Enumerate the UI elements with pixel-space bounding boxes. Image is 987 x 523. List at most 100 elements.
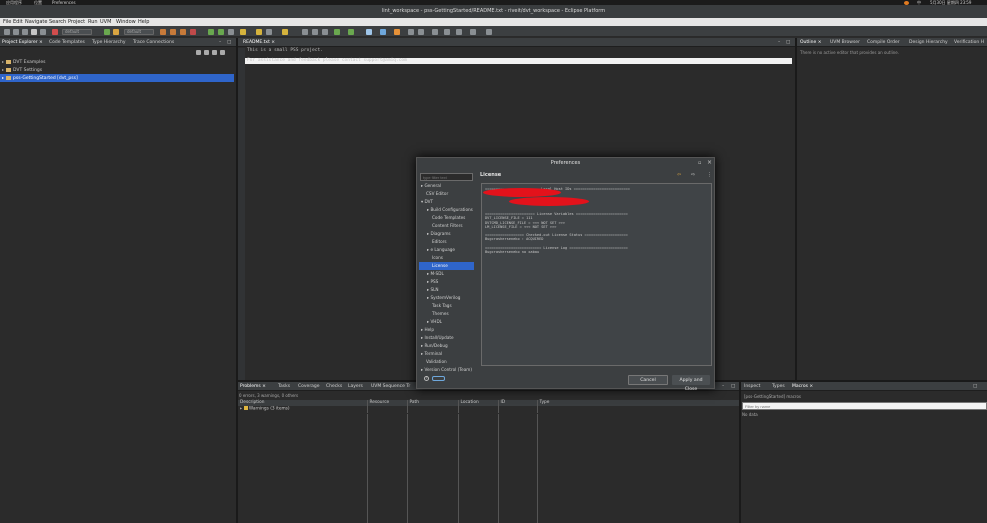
maximize-icon[interactable]: □ xyxy=(731,382,735,391)
tab-layers[interactable]: Layers xyxy=(348,382,363,391)
pref-tree-item[interactable]: ▸ General xyxy=(419,182,474,190)
clean-icon[interactable] xyxy=(180,29,186,35)
print-icon[interactable] xyxy=(31,29,37,35)
apply-and-close-button[interactable]: Apply and Close xyxy=(672,375,710,392)
rebuild-icon[interactable] xyxy=(170,29,176,35)
page-menu-icon[interactable]: ⋮ xyxy=(707,172,712,178)
pref-tree-item[interactable]: ▸ VHDL xyxy=(419,318,474,326)
expand-arrow-icon[interactable]: ▸ xyxy=(2,58,4,65)
dialog-maximize-icon[interactable]: ▫ xyxy=(698,160,701,166)
format-icon[interactable] xyxy=(312,29,318,35)
menu-edit[interactable]: Edit xyxy=(13,18,23,26)
tree-item-pss-getting-started[interactable]: ▸ pss-GettingStarted [dvt_pss] xyxy=(0,74,234,82)
search-icon[interactable] xyxy=(266,29,272,35)
filter-icon[interactable] xyxy=(322,29,328,35)
nav-back-icon[interactable] xyxy=(432,29,438,35)
collapse-all-icon[interactable] xyxy=(196,50,201,55)
schematic-icon[interactable] xyxy=(380,29,386,35)
preferences-filter-input[interactable] xyxy=(420,173,473,181)
macros-filter-input[interactable] xyxy=(742,402,987,410)
menu-file[interactable]: File xyxy=(3,18,11,26)
pref-tree-item[interactable]: ▸ Terminal xyxy=(419,350,474,358)
save-all-icon[interactable] xyxy=(22,29,28,35)
launch-config-combo[interactable]: default xyxy=(124,29,154,35)
tab-problems[interactable]: Problems × xyxy=(240,382,266,391)
pref-tree-item[interactable]: Task Tags xyxy=(419,302,474,310)
last-edit-icon[interactable] xyxy=(228,29,234,35)
compile-icon[interactable] xyxy=(348,29,354,35)
new-icon[interactable] xyxy=(4,29,10,35)
launch-mode-combo[interactable]: default xyxy=(62,29,92,35)
build-icon[interactable] xyxy=(160,29,166,35)
menu-project[interactable]: Project xyxy=(68,18,85,26)
expand-arrow-icon[interactable]: ▸ xyxy=(2,66,4,73)
pref-tree-item[interactable]: ▸ e Language xyxy=(419,246,474,254)
tab-outline[interactable]: Outline × xyxy=(800,38,821,47)
verify-icon[interactable] xyxy=(334,29,340,35)
tree-item-dvt-examples[interactable]: ▸ DVT Examples xyxy=(2,58,46,66)
cancel-button[interactable]: Cancel xyxy=(628,375,668,385)
tab-macros[interactable]: Macros × xyxy=(792,382,813,391)
import-export-icon[interactable] xyxy=(432,376,445,381)
menu-run[interactable]: Run xyxy=(88,18,98,26)
tree-item-dvt-settings[interactable]: ▸ DVT Settings xyxy=(2,66,42,74)
pref-tree-item[interactable]: Validation xyxy=(419,358,474,366)
forward-arrow-icon[interactable]: ⇨ xyxy=(691,172,695,178)
perspective-icon[interactable] xyxy=(486,29,492,35)
tab-project-explorer[interactable]: Project Explorer × xyxy=(2,38,43,47)
nav-up-icon[interactable] xyxy=(456,29,462,35)
tab-readme[interactable]: README.txt × xyxy=(243,38,275,47)
filter-icon[interactable] xyxy=(212,50,217,55)
expand-arrow-icon[interactable]: ▸ xyxy=(240,407,242,412)
tab-compile-order[interactable]: Compile Order xyxy=(867,38,900,47)
pref-tree-item[interactable]: Themes xyxy=(419,310,474,318)
pref-tree-item[interactable]: ▸ Help xyxy=(419,326,474,334)
pref-tree-item[interactable]: CSV Editor xyxy=(419,190,474,198)
pref-tree-item[interactable]: ▸ M-SDL xyxy=(419,270,474,278)
dialog-close-icon[interactable]: × xyxy=(707,159,712,166)
pref-tree-item[interactable]: ▸ Install/Update xyxy=(419,334,474,342)
maximize-icon[interactable]: □ xyxy=(227,38,231,47)
menu-search[interactable]: Search xyxy=(49,18,66,26)
maximize-icon[interactable]: □ xyxy=(973,382,977,391)
menu-help[interactable]: Help xyxy=(138,18,149,26)
tab-uvm-browser[interactable]: UVM Browser xyxy=(830,38,860,47)
pref-tree-item[interactable]: Content Filters xyxy=(419,222,474,230)
nav-down-icon[interactable] xyxy=(470,29,476,35)
pref-tree-item[interactable]: License xyxy=(419,262,474,270)
tab-coverage[interactable]: Coverage xyxy=(298,382,320,391)
tab-verification-hierarchy[interactable]: Verification H xyxy=(954,38,984,47)
tab-types[interactable]: Types xyxy=(772,382,785,391)
pref-tree-item[interactable]: Code Templates xyxy=(419,214,474,222)
minimize-icon[interactable]: – xyxy=(722,382,724,391)
menu-navigate[interactable]: Navigate xyxy=(25,18,47,26)
tab-inspect[interactable]: Inspect xyxy=(744,382,760,391)
run-icon[interactable] xyxy=(104,29,110,35)
minimize-icon[interactable]: – xyxy=(778,38,780,47)
toggle-mark-icon[interactable] xyxy=(282,29,288,35)
editor-line-2[interactable]: For assistance and feedback please conta… xyxy=(245,58,792,64)
diagram-icon[interactable] xyxy=(394,29,400,35)
pref-tree-item[interactable]: ▸ SystemVerilog xyxy=(419,294,474,302)
license-status-text[interactable]: ========================= Local Host IDs… xyxy=(481,183,712,366)
layout-icon[interactable] xyxy=(366,29,372,35)
next-annotation-icon[interactable] xyxy=(208,29,214,35)
expand-arrow-icon[interactable]: ▸ xyxy=(2,74,4,81)
minimize-icon[interactable]: – xyxy=(219,38,221,47)
back-arrow-icon[interactable]: ⇦ xyxy=(677,172,681,178)
pref-tree-item[interactable]: Icons xyxy=(419,254,474,262)
tab-type-hierarchy[interactable]: Type Hierarchy xyxy=(92,38,126,47)
pref-tree-item[interactable]: ▸ PSS xyxy=(419,278,474,286)
open-type-icon[interactable] xyxy=(240,29,246,35)
pref-tree-item[interactable]: ▸ Run/Debug xyxy=(419,342,474,350)
pref-tree-item[interactable]: ▸ Diagrams xyxy=(419,230,474,238)
menu-uvm[interactable]: UVM xyxy=(100,18,111,26)
pref-tree-item[interactable]: ▾ DVT xyxy=(419,198,474,206)
pref-tree-item[interactable]: ▸ SLN xyxy=(419,286,474,294)
menu-window[interactable]: Window xyxy=(116,18,136,26)
properties-icon[interactable] xyxy=(40,29,46,35)
previous-annotation-icon[interactable] xyxy=(218,29,224,35)
help-icon[interactable]: ? xyxy=(424,376,429,381)
pref-tree-item[interactable]: Editors xyxy=(419,238,474,246)
tab-checks[interactable]: Checks xyxy=(326,382,342,391)
